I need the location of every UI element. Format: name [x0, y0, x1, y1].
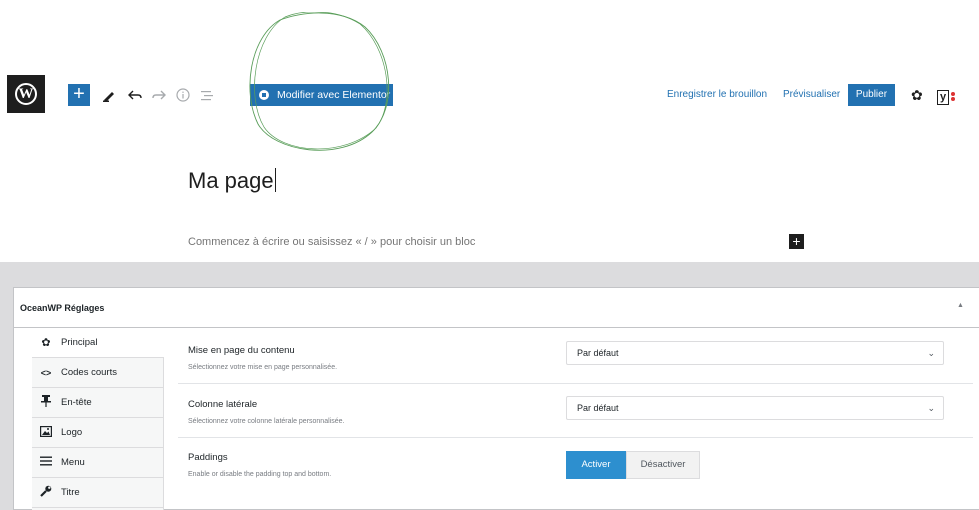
setting-label: Mise en page du contenu [188, 345, 295, 356]
sidebar-item-label: Menu [61, 457, 85, 468]
sidebar-item-label: Titre [61, 487, 80, 498]
image-icon [39, 425, 53, 440]
text-caret [274, 168, 276, 192]
sidebar-item-label: Codes courts [61, 367, 117, 378]
hand-drawn-circle-annotation [249, 12, 390, 151]
pin-icon [39, 395, 53, 410]
sidebar-column-select[interactable]: Par défaut ⌄ [566, 396, 944, 420]
list-view-icon[interactable] [196, 84, 218, 106]
add-block-button[interactable]: + [68, 84, 90, 106]
panel-title: OceanWP Réglages [20, 303, 105, 313]
menu-icon [39, 456, 53, 469]
sidebar-item-en-tete[interactable]: En-tête [32, 388, 164, 418]
pen-tool-icon[interactable] [98, 84, 120, 106]
setting-description: Sélectionnez votre colonne latérale pers… [188, 418, 345, 425]
sidebar-item-label: Principal [61, 337, 98, 348]
chevron-down-icon: ⌄ [927, 348, 935, 358]
wrench-icon [39, 485, 53, 500]
sidebar-item-titre[interactable]: Titre [32, 478, 164, 508]
code-icon: <> [40, 367, 52, 378]
block-placeholder[interactable]: Commencez à écrire ou saisissez « / » po… [188, 236, 475, 248]
gear-icon: ✿ [41, 337, 51, 349]
wordpress-logo[interactable]: W [7, 75, 45, 113]
content-layout-select[interactable]: Par défaut ⌄ [566, 341, 944, 365]
select-value: Par défaut [577, 348, 619, 358]
padding-enable-button[interactable]: Activer [566, 451, 626, 479]
yoast-icon[interactable]: y [937, 84, 956, 106]
panel-header[interactable] [13, 287, 979, 328]
row-divider [178, 383, 973, 384]
select-value: Par défaut [577, 403, 619, 413]
save-draft-link[interactable]: Enregistrer le brouillon [667, 84, 767, 106]
setting-description: Sélectionnez votre mise en page personna… [188, 364, 338, 371]
sidebar-item-menu[interactable]: Menu [32, 448, 164, 478]
redo-icon[interactable] [148, 84, 170, 106]
collapse-toggle-icon[interactable]: ▲ [957, 302, 964, 309]
gear-icon[interactable]: ✿ [911, 84, 927, 106]
padding-disable-button[interactable]: Désactiver [626, 451, 700, 479]
row-divider [178, 437, 973, 438]
sidebar-item-logo[interactable]: Logo [32, 418, 164, 448]
chevron-down-icon: ⌄ [927, 403, 935, 413]
page-title-text: Ma page [188, 168, 274, 193]
sidebar-item-label: Logo [61, 427, 83, 438]
sidebar-item-principal[interactable]: ✿ Principal [32, 328, 164, 358]
sidebar-item-codes-courts[interactable]: <> Codes courts [32, 358, 164, 388]
kebab-menu-icon[interactable]: ⋮ [973, 84, 979, 106]
inline-add-block-button[interactable]: + [789, 234, 804, 249]
undo-icon[interactable] [124, 84, 146, 106]
setting-description: Enable or disable the padding top and bo… [188, 471, 332, 478]
preview-link[interactable]: Prévisualiser [783, 84, 840, 106]
setting-label: Colonne latérale [188, 399, 258, 410]
sidebar-item-label: En-tête [61, 397, 92, 408]
setting-label: Paddings [188, 452, 228, 463]
publish-button[interactable]: Publier [848, 84, 895, 106]
page-title-input[interactable]: Ma page [188, 168, 276, 194]
info-icon[interactable] [172, 84, 194, 106]
